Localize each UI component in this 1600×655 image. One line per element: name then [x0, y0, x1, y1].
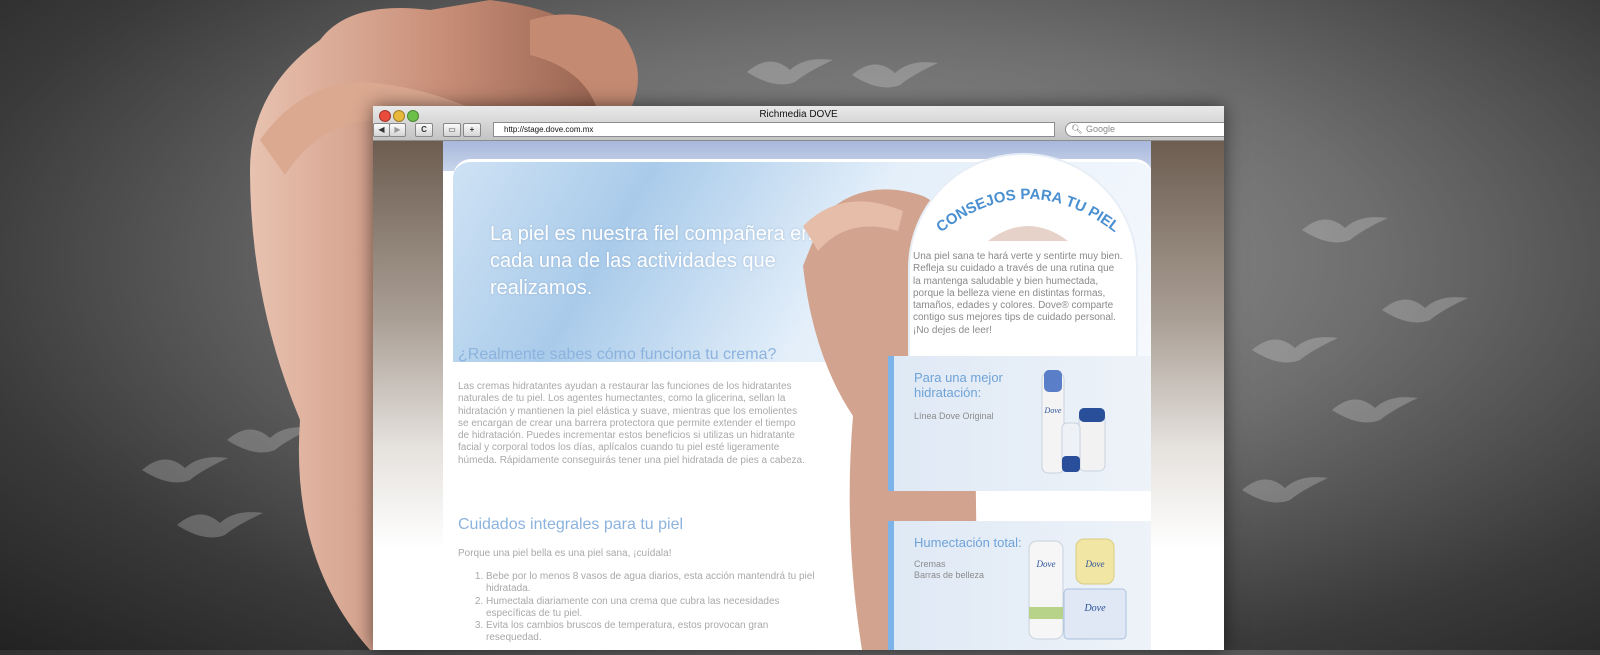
dove-bird-icon — [1330, 390, 1420, 428]
search-icon: 🔍︎ — [1071, 124, 1083, 134]
section-heading-crema: ¿Realmente sabes cómo funciona tu crema? — [458, 346, 777, 363]
dove-bird-icon — [140, 450, 230, 488]
section-body-crema: Las cremas hidratantes ayudan a restaura… — [458, 381, 805, 466]
reload-button[interactable]: C — [415, 123, 433, 137]
dove-bird-icon — [1240, 470, 1330, 508]
browser-window: Richmedia DOVE ◀ ▶ C ▭ + http://stage.do… — [373, 106, 1224, 650]
section-heading-cuidados: Cuidados integrales para tu piel — [458, 516, 684, 533]
svg-text:Dove: Dove — [1083, 603, 1106, 614]
dove-site: La piel es nuestra fiel compañera en cad… — [443, 141, 1151, 650]
page-viewport: La piel es nuestra fiel compañera en cad… — [373, 141, 1224, 650]
window-title: Richmedia DOVE — [759, 109, 838, 120]
add-bookmark-button[interactable]: + — [463, 123, 481, 137]
product-panel-hidratacion[interactable]: Para una mejor hidratación: Línea Dove O… — [888, 356, 1151, 491]
bookmarks-button[interactable]: ▭ — [443, 123, 461, 137]
dove-bird-icon — [1300, 210, 1390, 248]
svg-text:Dove: Dove — [1036, 559, 1056, 569]
dove-cream-product-image: Dove Dove Dove — [1024, 537, 1134, 647]
svg-text:Dove: Dove — [1085, 559, 1105, 569]
panel-text: Barras de belleza — [914, 570, 985, 580]
dove-bird-icon — [1380, 290, 1470, 328]
back-button[interactable]: ◀ — [373, 123, 390, 137]
dove-bird-icon — [850, 55, 940, 93]
panel-title: Humectación total: — [914, 535, 1022, 550]
svg-text:Dove: Dove — [1044, 406, 1062, 415]
hero-text: La piel es nuestra fiel compañera en cad… — [490, 223, 813, 299]
product-panel-humectacion[interactable]: Humectación total: Cremas Barras de bell… — [888, 521, 1151, 650]
bookmarks-icon: ▭ — [448, 125, 456, 134]
list-item: Evita los cambios bruscos de temperatura… — [486, 620, 816, 645]
forward-button[interactable]: ▶ — [389, 123, 406, 137]
panel-title: Para una mejor hidratación: — [914, 370, 1003, 400]
search-input[interactable]: 🔍︎ Google — [1065, 122, 1224, 137]
search-placeholder: Google — [1086, 124, 1116, 134]
dove-original-product-image: Dove — [1034, 368, 1114, 478]
tips-list: Bebe por lo menos 8 vasos de agua diario… — [458, 571, 816, 645]
panel-text: Línea Dove Original — [914, 411, 994, 421]
panel-text: Cremas — [914, 559, 946, 569]
browser-titlebar: Richmedia DOVE ◀ ▶ C ▭ + http://stage.do… — [373, 106, 1224, 141]
list-item: Bebe por lo menos 8 vasos de agua diario… — [486, 571, 816, 596]
consejos-heading: CONSEJOS PARA TU PIEL — [928, 173, 1128, 243]
address-bar[interactable]: http://stage.dove.com.mx — [493, 122, 1055, 137]
consejos-intro: Una piel sana te hará verte y sentirte m… — [913, 251, 1123, 336]
list-item: Humectala diariamente con una crema que … — [486, 596, 816, 621]
section-intro-cuidados: Porque una piel bella es una piel sana, … — [458, 548, 672, 559]
dove-bird-icon — [745, 52, 835, 90]
dove-bird-icon — [1250, 330, 1340, 368]
